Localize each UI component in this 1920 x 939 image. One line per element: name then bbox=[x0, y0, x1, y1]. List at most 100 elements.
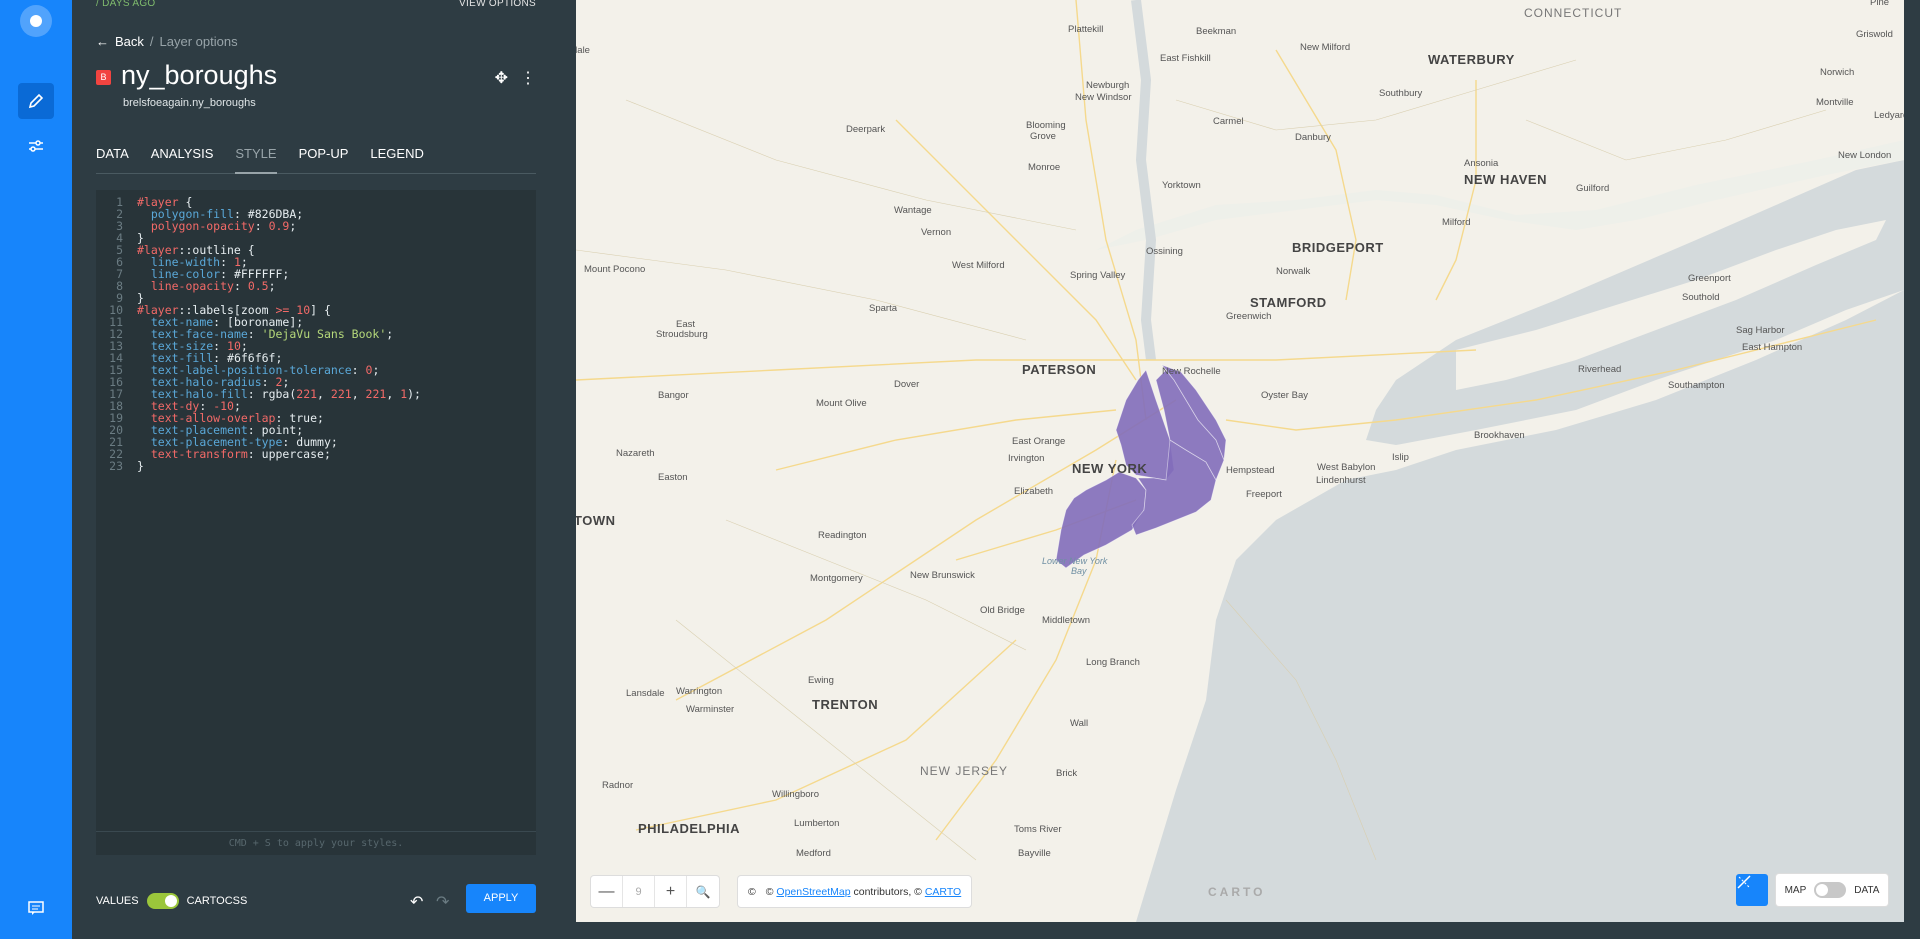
map-label: Grove bbox=[1030, 131, 1056, 142]
back-arrow-icon[interactable]: ← bbox=[96, 34, 109, 49]
top-strip: / DAYS AGO VIEW OPTIONS bbox=[96, 0, 536, 12]
osm-link[interactable]: OpenStreetMap bbox=[776, 886, 850, 898]
values-label: VALUES bbox=[96, 895, 139, 907]
map-label: NEW HAVEN bbox=[1464, 172, 1547, 187]
carto-watermark: CARTO bbox=[1208, 885, 1266, 899]
map-label: Warrington bbox=[676, 686, 723, 697]
tab-legend[interactable]: LEGEND bbox=[370, 142, 423, 173]
map-label: Wantage bbox=[894, 205, 932, 216]
map-view[interactable]: CONNECTICUT Pine Plattekill Beekman Gris… bbox=[576, 0, 1904, 922]
back-link[interactable]: Back bbox=[115, 34, 144, 49]
map-basemap bbox=[576, 0, 1904, 922]
layer-letter-badge: B bbox=[96, 70, 111, 85]
map-label: Ansonia bbox=[1464, 158, 1499, 169]
code-lines[interactable]: 1 #layer {2 polygon-fill: #826DBA; 3 polyg… bbox=[96, 196, 536, 472]
map-label: Greenwich bbox=[1226, 311, 1272, 322]
carto-logo-icon[interactable] bbox=[20, 5, 52, 37]
code-text[interactable]: text-transform: uppercase; bbox=[137, 448, 331, 460]
view-options-link[interactable]: VIEW OPTIONS bbox=[459, 0, 536, 9]
code-line[interactable]: 8 line-opacity: 0.5; bbox=[96, 280, 536, 292]
map-label: Radnor bbox=[602, 780, 634, 791]
code-text[interactable]: } bbox=[137, 460, 144, 472]
pencil-icon[interactable] bbox=[18, 83, 54, 119]
zoom-controls: — 9 + 🔍 bbox=[591, 876, 719, 907]
tab-analysis[interactable]: ANALYSIS bbox=[151, 142, 214, 173]
map-label: Lansdale bbox=[626, 688, 665, 699]
map-label: Guilford bbox=[1576, 183, 1610, 194]
more-options-icon[interactable]: ⋮ bbox=[520, 68, 536, 88]
attribution-copyright: © bbox=[765, 885, 774, 898]
search-icon[interactable]: 🔍 bbox=[687, 876, 719, 907]
map-label: Stroudsburg bbox=[656, 329, 708, 340]
map-label: New Milford bbox=[1300, 42, 1351, 53]
map-label: Hempstead bbox=[1226, 465, 1275, 476]
map-label: Monroe bbox=[1028, 162, 1061, 173]
map-label: Nazareth bbox=[616, 448, 655, 459]
map-label: NEW YORK bbox=[1072, 461, 1148, 476]
editor-footer: VALUES CARTOCSS ↶ ↷ APPLY bbox=[96, 884, 536, 914]
map-label: Plattekill bbox=[1068, 24, 1104, 35]
map-label: East Hampton bbox=[1742, 342, 1803, 353]
map-label: Mount Olive bbox=[816, 398, 867, 409]
map-label: NEW JERSEY bbox=[920, 764, 1009, 778]
layer-tabs: DATA ANALYSIS STYLE POP-UP LEGEND bbox=[96, 142, 536, 174]
map-label: Lindenhurst bbox=[1316, 475, 1366, 486]
map-data-switch: MAP DATA bbox=[1776, 874, 1888, 906]
map-label: Medford bbox=[796, 848, 831, 859]
attribution-toggle[interactable]: © bbox=[748, 886, 756, 898]
map-label: Montville bbox=[1816, 97, 1854, 108]
dataset-name[interactable]: brelsfoeagain.ny_boroughs bbox=[123, 97, 256, 109]
tab-data[interactable]: DATA bbox=[96, 142, 129, 173]
select-area-button[interactable] bbox=[1736, 874, 1768, 906]
tab-popup[interactable]: POP-UP bbox=[299, 142, 349, 173]
map-label: Spring Valley bbox=[1070, 270, 1126, 281]
map-label: TOWN bbox=[576, 513, 616, 528]
code-line[interactable]: 3 polygon-opacity: 0.9; bbox=[96, 220, 536, 232]
carto-link[interactable]: CARTO bbox=[925, 886, 961, 898]
map-label: Elizabeth bbox=[1014, 486, 1054, 497]
map-label: Willingboro bbox=[772, 789, 819, 800]
undo-icon[interactable]: ↶ bbox=[410, 892, 423, 912]
map-label: Long Branch bbox=[1086, 657, 1140, 668]
map-label: Dover bbox=[894, 379, 920, 390]
move-icon[interactable]: ✥ bbox=[495, 68, 508, 88]
code-line[interactable]: 22 text-transform: uppercase; bbox=[96, 448, 536, 460]
bottom-edge bbox=[576, 922, 1904, 939]
map-label: Wall bbox=[1070, 718, 1089, 729]
layer-title[interactable]: ny_boroughs bbox=[121, 60, 277, 91]
map-label: Islip bbox=[1392, 452, 1409, 463]
code-text[interactable]: line-opacity: 0.5; bbox=[137, 280, 276, 292]
map-label: Beekman bbox=[1196, 26, 1237, 37]
zoom-out-button[interactable]: — bbox=[591, 876, 623, 907]
cartocss-label: CARTOCSS bbox=[186, 895, 248, 907]
map-label: Brick bbox=[1056, 768, 1078, 779]
map-label: Deerpark bbox=[846, 124, 886, 135]
cartocss-editor[interactable]: 1 #layer {2 polygon-fill: #826DBA; 3 polyg… bbox=[96, 190, 536, 855]
tab-style[interactable]: STYLE bbox=[235, 142, 277, 174]
map-label: Lower New York bbox=[1042, 556, 1108, 566]
map-label: Old Bridge bbox=[980, 605, 1025, 616]
line-number: 23 bbox=[109, 459, 123, 473]
map-label: Southampton bbox=[1668, 380, 1725, 391]
sliders-icon[interactable] bbox=[18, 128, 54, 164]
map-label: New Windsor bbox=[1075, 92, 1132, 103]
map-label: Griswold bbox=[1856, 29, 1893, 40]
map-label: BRIDGEPORT bbox=[1292, 240, 1384, 255]
select-icon bbox=[1737, 875, 1751, 889]
code-line[interactable]: 23} bbox=[96, 460, 536, 472]
map-label: Norwalk bbox=[1276, 266, 1311, 277]
apply-button[interactable]: APPLY bbox=[466, 884, 536, 913]
layer-editor-panel: / DAYS AGO VIEW OPTIONS ← Back / Layer o… bbox=[72, 0, 560, 939]
redo-icon[interactable]: ↷ bbox=[436, 892, 449, 912]
cartocss-toggle[interactable] bbox=[146, 893, 179, 909]
map-label: Toms River bbox=[1014, 824, 1062, 835]
map-data-toggle[interactable] bbox=[1814, 882, 1847, 898]
map-label: Easton bbox=[658, 472, 688, 483]
chat-icon[interactable] bbox=[18, 890, 54, 926]
map-label: WATERBURY bbox=[1428, 52, 1515, 67]
editor-hint: CMD + S to apply your styles. bbox=[96, 831, 536, 855]
map-label: West Milford bbox=[952, 260, 1005, 271]
code-text[interactable]: polygon-opacity: 0.9; bbox=[137, 220, 296, 232]
zoom-in-button[interactable]: + bbox=[655, 876, 687, 907]
map-label: Freeport bbox=[1246, 489, 1282, 500]
